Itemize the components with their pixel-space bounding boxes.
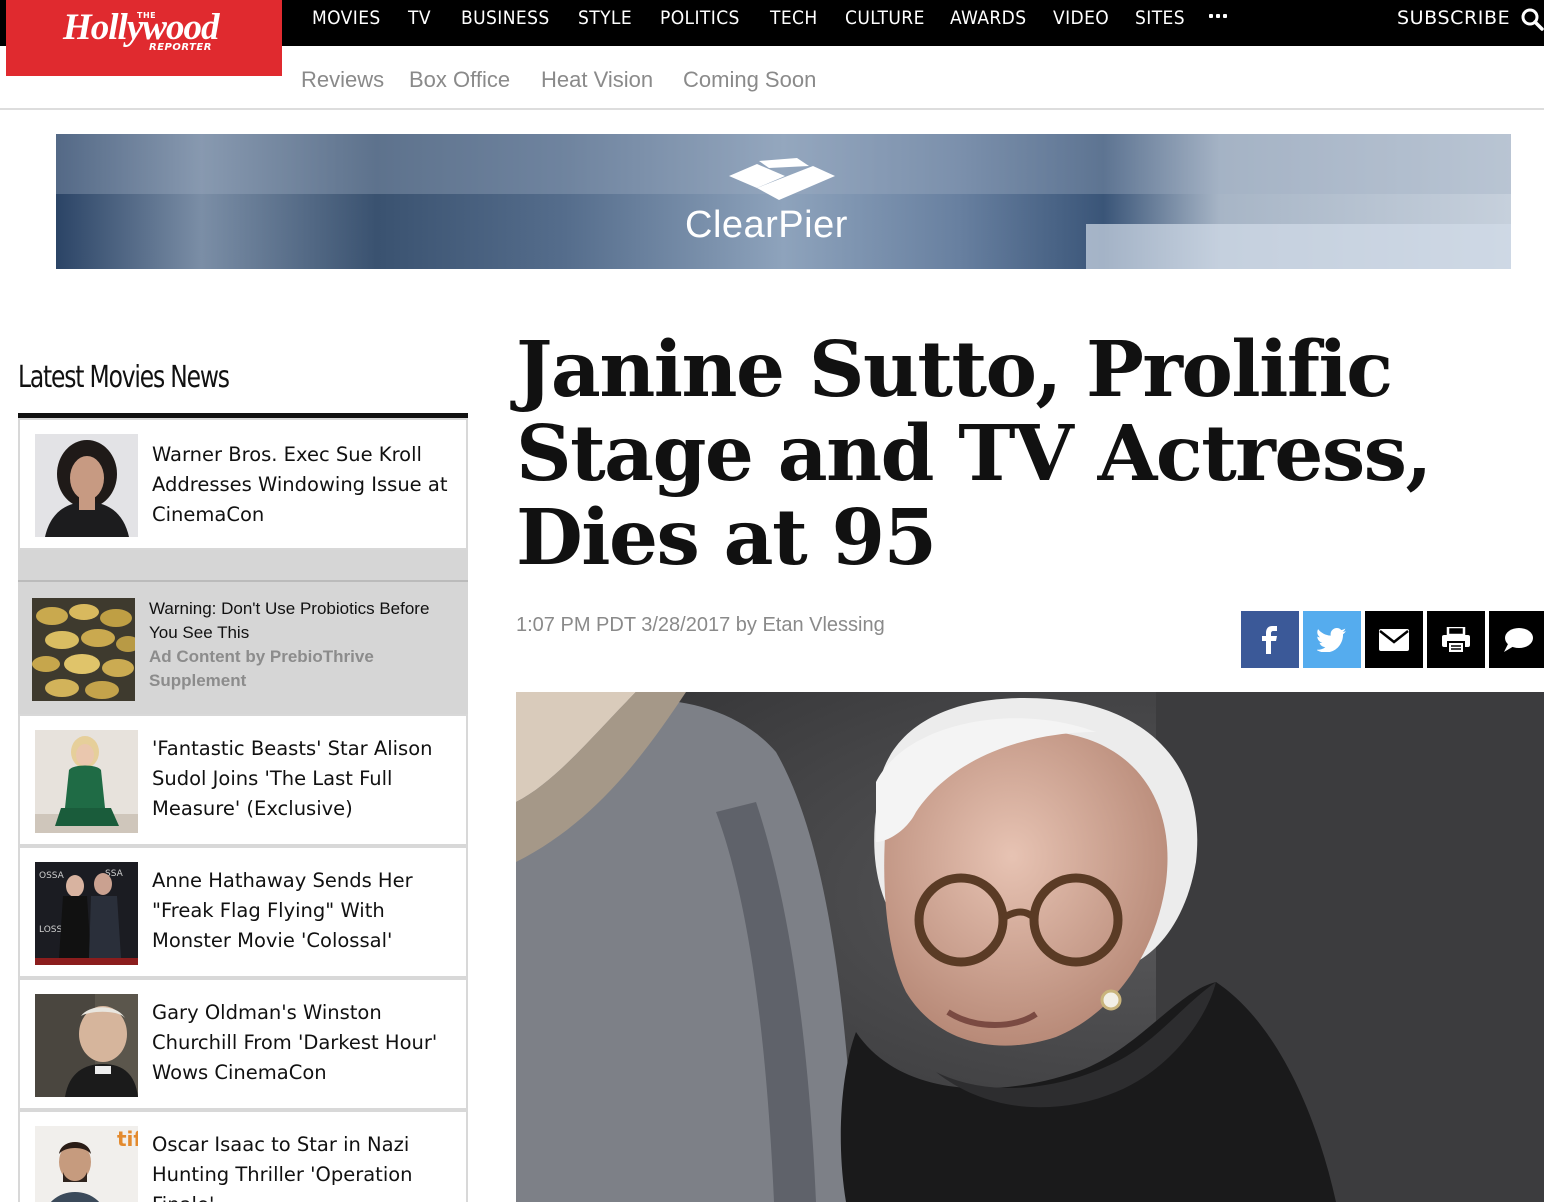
subnav-reviews[interactable]: Reviews <box>301 67 384 93</box>
nav-movies[interactable]: MOVIES <box>312 0 381 36</box>
facebook-icon <box>1262 625 1277 654</box>
news-thumbnail <box>35 730 138 833</box>
sponsored-thumbnail <box>32 598 135 701</box>
sidebar-title: Latest Movies News <box>18 360 230 395</box>
nav-tv[interactable]: TV <box>408 0 431 36</box>
news-thumbnail <box>35 434 138 537</box>
news-headline: 'Fantastic Beasts' Star Alison Sudol Joi… <box>152 737 433 820</box>
twitter-icon <box>1317 627 1346 652</box>
subscribe-link[interactable]: SUBSCRIBE <box>1397 0 1510 36</box>
site-logo[interactable]: THE Hollywood REPORTER <box>6 0 282 76</box>
news-headline: Warner Bros. Exec Sue Kroll Addresses Wi… <box>152 443 448 526</box>
sidebar-gap <box>18 550 468 582</box>
subnav-box-office[interactable]: Box Office <box>409 67 510 93</box>
news-thumbnail <box>35 994 138 1097</box>
hero-photo <box>516 692 1544 1202</box>
share-facebook-button[interactable] <box>1241 611 1299 668</box>
comment-button[interactable] <box>1489 611 1544 668</box>
svg-text:tiff: tiff <box>117 1127 138 1151</box>
print-icon <box>1442 626 1470 653</box>
share-twitter-button[interactable] <box>1303 611 1361 668</box>
nav-video[interactable]: VIDEO <box>1053 0 1109 36</box>
news-item[interactable]: 'Fantastic Beasts' Star Alison Sudol Joi… <box>18 714 468 846</box>
news-item[interactable]: Gary Oldman's Winston Churchill From 'Da… <box>18 978 468 1110</box>
nav-business[interactable]: BUSINESS <box>461 0 550 36</box>
nav-sites[interactable]: SITES <box>1135 0 1185 36</box>
banner-background-highlight <box>1086 224 1511 269</box>
nav-tech[interactable]: TECH <box>770 0 818 36</box>
article-hero-image <box>516 692 1544 1202</box>
sponsored-by: Ad Content by PrebioThrive Supplement <box>149 647 374 690</box>
sponsored-item[interactable]: Warning: Don't Use Probiotics Before You… <box>18 580 468 715</box>
subnav-coming-soon[interactable]: Coming Soon <box>683 67 816 93</box>
svg-text:LOSS: LOSS <box>39 925 62 935</box>
news-headline: Anne Hathaway Sends Her "Freak Flag Flyi… <box>152 869 413 952</box>
news-item[interactable]: tiff Oscar Isaac to Star in Nazi Hunting… <box>18 1110 468 1202</box>
sponsored-title: Warning: Don't Use Probiotics Before You… <box>149 599 430 642</box>
nav-awards[interactable]: AWARDS <box>950 0 1027 36</box>
comment-icon <box>1504 627 1533 652</box>
article-headline: Janine Sutto, Prolific Stage and TV Actr… <box>516 325 1432 583</box>
news-headline: Oscar Isaac to Star in Nazi Hunting Thri… <box>152 1133 413 1202</box>
clearpier-logo-icon <box>729 158 835 200</box>
nav-culture[interactable]: CULTURE <box>845 0 925 36</box>
subnav-heat-vision[interactable]: Heat Vision <box>541 67 653 93</box>
news-headline: Gary Oldman's Winston Churchill From 'Da… <box>152 1001 438 1084</box>
article-byline: 1:07 PM PDT 3/28/2017 by Etan Vlessing <box>516 614 885 636</box>
share-email-button[interactable] <box>1365 611 1423 668</box>
banner-brand: ClearPier <box>685 204 848 246</box>
more-dots-icon[interactable] <box>1209 14 1227 20</box>
news-thumbnail: OSSA SSA LOSS <box>35 862 138 965</box>
news-thumbnail: tiff <box>35 1126 138 1202</box>
news-item[interactable]: Warner Bros. Exec Sue Kroll Addresses Wi… <box>18 418 468 550</box>
banner-ad[interactable]: ClearPier <box>56 134 1511 269</box>
news-item[interactable]: OSSA SSA LOSS Anne Hathaway Sends Her "F… <box>18 846 468 978</box>
print-button[interactable] <box>1427 611 1485 668</box>
search-icon[interactable] <box>1520 7 1544 31</box>
nav-style[interactable]: STYLE <box>578 0 632 36</box>
logo-reporter: REPORTER <box>149 42 212 53</box>
email-icon <box>1379 628 1409 651</box>
nav-politics[interactable]: POLITICS <box>660 0 740 36</box>
svg-text:OSSA: OSSA <box>39 871 65 881</box>
